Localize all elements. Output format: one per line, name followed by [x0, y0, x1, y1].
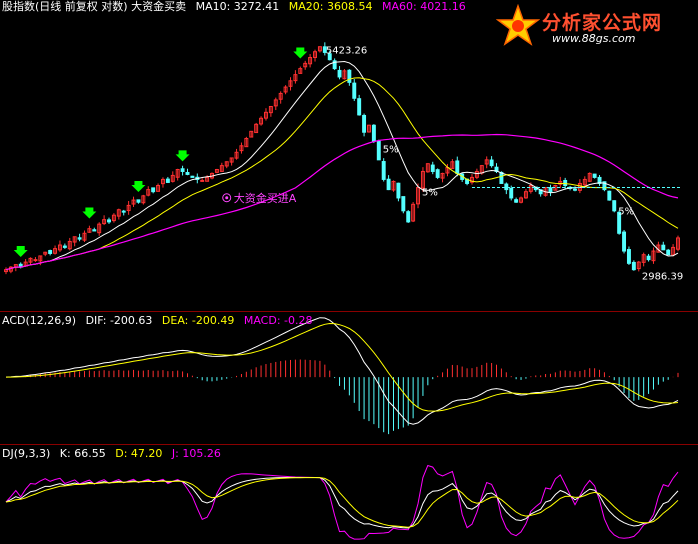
ma60-value: MA60: 4021.16	[381, 0, 466, 13]
candle-body	[190, 175, 195, 178]
panel-separator	[0, 444, 698, 445]
candle-body	[435, 169, 440, 178]
candle-body	[666, 249, 671, 256]
ma20-value: MA20: 3608.54	[288, 0, 373, 13]
candle-body	[514, 199, 519, 203]
candle-body	[607, 190, 612, 201]
candle-body	[376, 140, 381, 161]
candle-body	[661, 244, 666, 251]
candle-body	[573, 188, 577, 191]
main-title: 股指数(日线 前复权 对数) 大资金买卖	[2, 0, 187, 13]
candle-body	[396, 182, 401, 199]
candle-body	[362, 114, 367, 133]
macd-value: MACD: -0.28	[243, 314, 313, 327]
candle-body	[406, 211, 411, 223]
logo-star-icon	[496, 4, 540, 46]
dea-value: DEA: -200.49	[161, 314, 235, 327]
panel-separator	[0, 311, 698, 312]
candle-body	[563, 179, 568, 186]
candle-body	[352, 82, 357, 99]
d-line	[5, 477, 679, 528]
candle-body	[401, 196, 406, 212]
candle-body	[381, 161, 386, 180]
candle-body	[151, 187, 156, 193]
candle-body	[548, 187, 553, 193]
candle-body	[136, 199, 141, 203]
buy-arrow-icon	[13, 245, 28, 257]
candle-body	[180, 168, 185, 172]
logo-text: 分析家公式网	[542, 12, 663, 34]
chart-canvas: 5423.26 2986.39 大资金买进A 5% 5% 5%	[4, 42, 683, 540]
d-value: D: 47.20	[115, 447, 163, 460]
ma60-line	[5, 133, 679, 271]
ma10-value: MA10: 3272.41	[195, 0, 280, 13]
ma20-line	[5, 77, 679, 271]
dif-line	[5, 317, 679, 425]
logo-url: www.88gs.com	[552, 32, 636, 45]
high-price-label: 5423.26	[326, 46, 367, 57]
j-value: J: 105.26	[171, 447, 221, 460]
candle-body	[489, 159, 494, 167]
candle-body	[357, 98, 362, 116]
candle-body	[592, 173, 597, 178]
candle-body	[499, 171, 504, 184]
candle-body	[626, 249, 631, 264]
candle-body	[371, 124, 376, 142]
j-line	[5, 464, 679, 540]
candle-body	[430, 164, 435, 172]
buy-arrow-icon	[131, 181, 146, 193]
candle-body	[77, 237, 82, 240]
candle-body	[121, 210, 126, 213]
dif-value: DIF: -200.63	[85, 314, 153, 327]
k-line	[5, 477, 679, 529]
low-price-label: 2986.39	[642, 271, 683, 282]
candle-body	[455, 160, 460, 174]
candle-body	[509, 187, 514, 199]
candle-body	[107, 219, 111, 223]
candle-body	[347, 69, 352, 83]
candle-body	[165, 178, 170, 183]
candle-body	[185, 172, 190, 175]
candle-body	[33, 259, 38, 262]
candle-body	[62, 245, 67, 248]
candle-body	[612, 200, 617, 212]
candle-body	[92, 229, 97, 232]
dea-line	[6, 322, 679, 412]
buy-arrow-icon	[293, 47, 308, 59]
site-logo: 分析家公式网 www.88gs.com	[494, 4, 694, 48]
macd-header: ACD(12,26,9) DIF: -200.63 DEA: -200.49 M…	[2, 314, 318, 328]
buy-arrow-icon	[82, 207, 97, 219]
candle-body	[386, 178, 391, 191]
pct-label: 5%	[422, 187, 438, 198]
k-value: K: 66.55	[59, 447, 106, 460]
pct-label: 5%	[618, 207, 634, 218]
buy-arrow-icon	[175, 150, 190, 162]
ma10-line	[5, 60, 679, 271]
candle-body	[504, 183, 509, 191]
kdj-name: DJ(9,3,3)	[2, 447, 51, 460]
signal-label: 大资金买进A	[234, 191, 297, 205]
signal-dot-icon	[225, 196, 229, 200]
candle-body	[631, 261, 636, 271]
macd-name: ACD(12,26,9)	[2, 314, 77, 327]
candle-body	[48, 250, 53, 254]
candle-body	[200, 179, 205, 182]
candle-body	[337, 69, 342, 78]
candle-body	[646, 255, 651, 261]
kdj-header: DJ(9,3,3) K: 66.55 D: 47.20 J: 105.26	[2, 447, 227, 461]
candle-body	[622, 231, 627, 252]
main-header: 股指数(日线 前复权 对数) 大资金买卖 MA10: 3272.41 MA20:…	[2, 0, 472, 14]
pct-label: 5%	[383, 144, 399, 155]
